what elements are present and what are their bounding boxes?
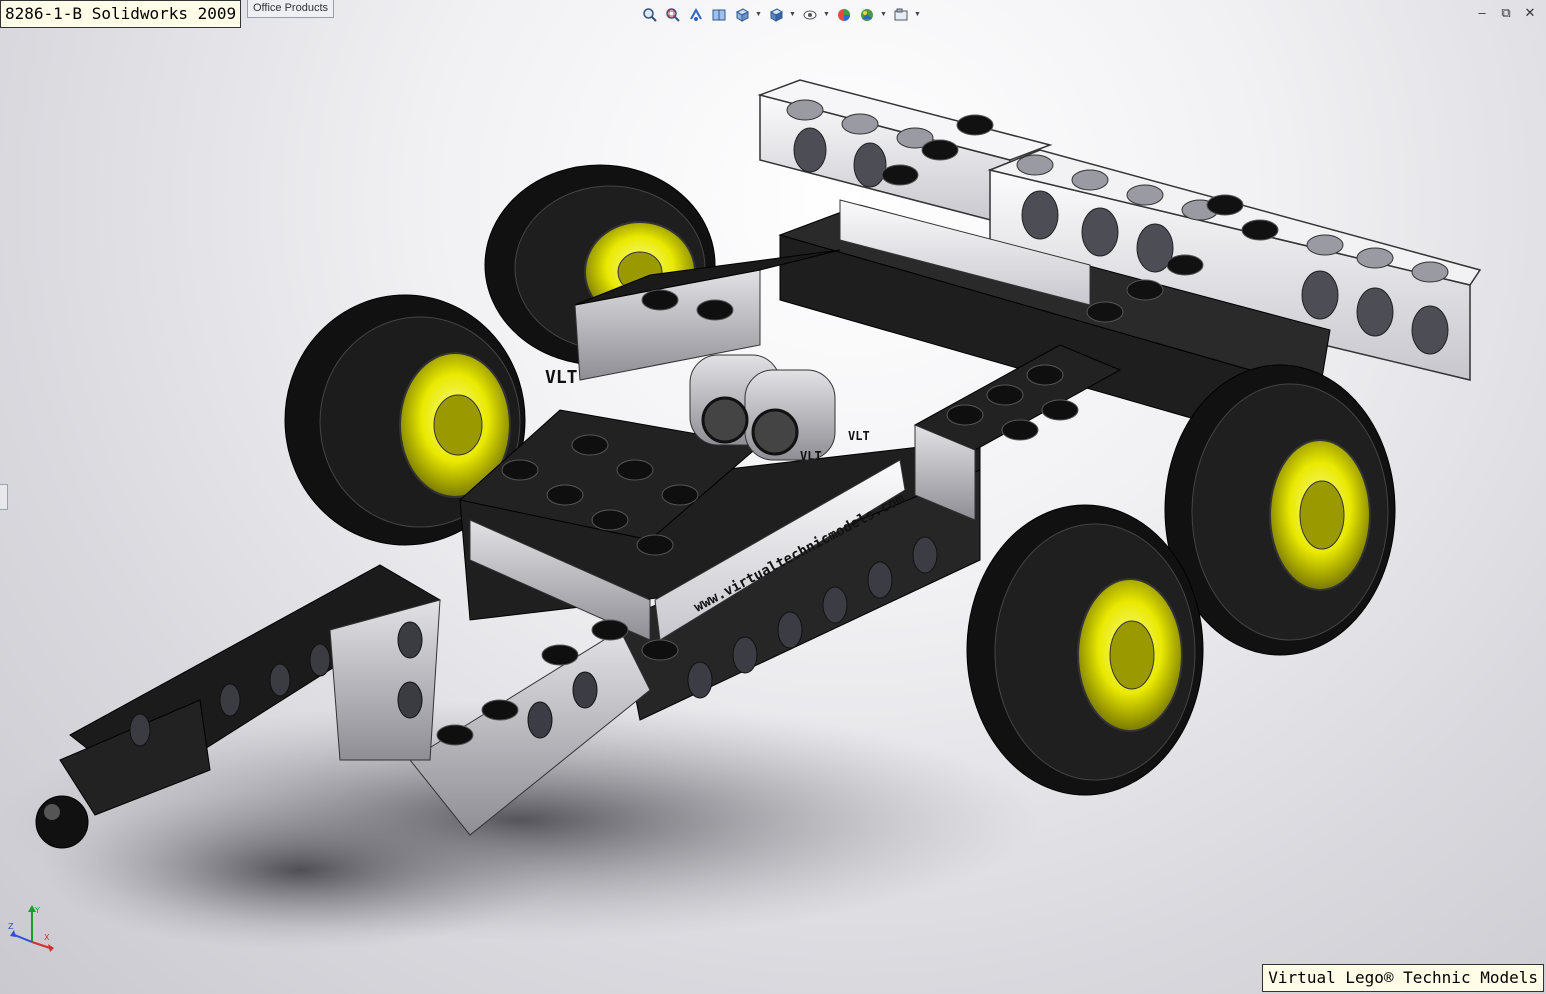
tow-ball-highlight — [44, 804, 60, 820]
edit-appearance-icon[interactable] — [834, 6, 854, 24]
hide-show-items-icon[interactable] — [800, 6, 820, 24]
view-orientation-icon[interactable] — [732, 6, 752, 24]
display-style-dropdown-icon[interactable]: ▼ — [789, 6, 797, 24]
reference-triad: Y X Z — [8, 905, 54, 952]
zoom-to-fit-icon[interactable] — [640, 6, 660, 24]
view-orientation-dropdown-icon[interactable]: ▼ — [755, 6, 763, 24]
section-view-icon[interactable] — [709, 6, 729, 24]
front-right-wheel[interactable] — [966, 504, 1204, 796]
model-viewport[interactable]: VLT VLT VLT www.virtualtechnicmodels.com — [0, 0, 1546, 994]
previous-view-icon[interactable] — [686, 6, 706, 24]
office-products-tab[interactable]: Office Products — [247, 0, 334, 18]
feature-manager-collapse-handle[interactable] — [0, 484, 8, 510]
apply-scene-dropdown-icon[interactable]: ▼ — [880, 6, 888, 24]
triad-x-label: X — [44, 933, 50, 942]
branding-label: Virtual Lego® Technic Models — [1262, 964, 1544, 992]
apply-scene-icon[interactable] — [857, 6, 877, 24]
view-settings-icon[interactable] — [891, 6, 911, 24]
window-title: 8286-1-B Solidworks 2009 — [0, 0, 242, 28]
triad-x-axis — [31, 941, 51, 949]
display-style-icon[interactable] — [766, 6, 786, 24]
triad-z-arrow-icon — [10, 930, 16, 937]
part-label-vlt-front: VLT — [800, 449, 822, 463]
part-label-vlt-engine: VLT — [545, 367, 578, 388]
close-icon[interactable]: ✕ — [1522, 6, 1538, 20]
window-controls: – ⧉ ✕ — [1474, 6, 1538, 20]
heads-up-view-toolbar: ▼ ▼ ▼ ▼ ▼ — [640, 5, 922, 25]
hide-show-dropdown-icon[interactable]: ▼ — [823, 6, 831, 24]
restore-icon[interactable]: ⧉ — [1498, 6, 1514, 20]
triad-y-label: Y — [34, 906, 40, 915]
view-settings-dropdown-icon[interactable]: ▼ — [914, 6, 922, 24]
triad-z-label: Z — [8, 922, 14, 931]
part-label-vlt-side: VLT — [848, 429, 870, 443]
zoom-area-icon[interactable] — [663, 6, 683, 24]
rear-right-wheel[interactable] — [1164, 364, 1396, 656]
right-brick-stack[interactable] — [913, 344, 1122, 521]
minimize-icon[interactable]: – — [1474, 6, 1490, 20]
tow-ball[interactable] — [35, 795, 89, 849]
